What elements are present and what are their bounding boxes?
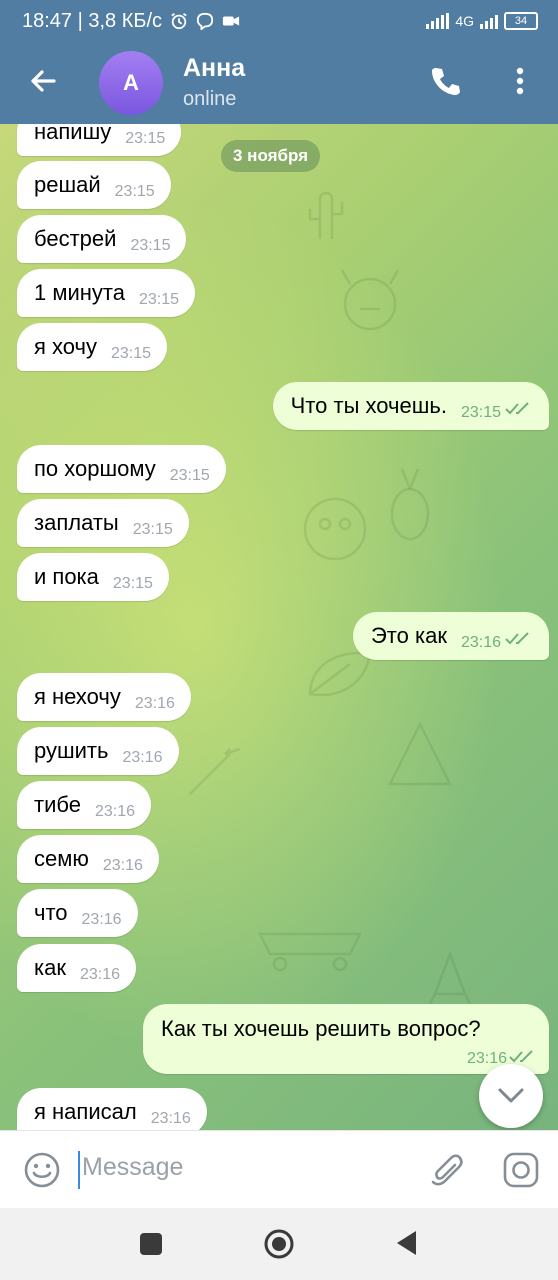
message-time: 23:15 <box>114 183 155 200</box>
message-text: напишу <box>34 124 112 144</box>
double-check-icon <box>509 1050 533 1063</box>
network-type: 4G <box>455 13 474 29</box>
message-in[interactable]: я хочу 23:15 <box>17 323 168 371</box>
message-time: 23:16 <box>134 695 175 712</box>
message-composer: Message <box>0 1130 558 1208</box>
chat-header: A Анна online <box>0 42 558 124</box>
paperclip-icon[interactable] <box>428 1151 466 1189</box>
doodle-skateboard-icon <box>257 932 363 972</box>
message-in[interactable]: семю 23:16 <box>17 835 159 883</box>
message-in[interactable]: и пока 23:15 <box>17 553 169 601</box>
alarm-icon <box>171 13 187 30</box>
doodle-carrot-icon <box>189 747 241 795</box>
more-vert-icon[interactable] <box>508 64 532 98</box>
message-time: 23:15 <box>112 575 153 592</box>
message-time: 23:16 <box>150 1110 191 1127</box>
message-text: рушить <box>34 738 109 763</box>
message-text: 1 минута <box>34 280 125 305</box>
message-time: 23:16 <box>79 966 121 983</box>
message-text: по хоршому <box>34 456 156 481</box>
message-out[interactable]: Что ты хочешь. 23:15 <box>272 382 549 430</box>
message-in[interactable]: бестрей 23:15 <box>17 215 187 263</box>
doodle-fox-icon <box>387 721 453 786</box>
emoji-icon[interactable] <box>23 1151 61 1189</box>
message-text: и пока <box>34 564 99 589</box>
recents-button[interactable] <box>140 1233 162 1255</box>
chat-title[interactable]: Анна <box>183 54 245 83</box>
doodle-dog-icon <box>340 269 400 331</box>
message-text: что <box>34 900 68 925</box>
message-in[interactable]: я нехочу 23:16 <box>17 673 191 721</box>
avatar[interactable]: A <box>99 51 163 115</box>
message-in[interactable]: что 23:16 <box>17 889 138 937</box>
message-in[interactable]: напишу 23:15 <box>17 124 182 156</box>
message-in[interactable]: как 23:16 <box>17 944 137 992</box>
battery-indicator: 34 <box>504 12 538 30</box>
message-input[interactable]: Message <box>82 1153 183 1182</box>
arrow-left-icon[interactable] <box>26 64 60 98</box>
message-time: 23:15 <box>460 404 501 421</box>
video-recording-icon <box>222 16 240 26</box>
message-text: решай <box>34 172 101 197</box>
message-out[interactable]: Это как 23:16 <box>352 612 549 660</box>
message-text: я нехочу <box>34 684 121 709</box>
message-text: Что ты хочешь. <box>290 393 447 418</box>
message-time: 23:16 <box>94 803 136 820</box>
chevron-down-icon <box>498 1088 524 1103</box>
message-in[interactable]: решай 23:15 <box>17 161 171 209</box>
message-in[interactable]: я написал 23:16 <box>17 1088 207 1130</box>
double-check-icon <box>505 632 529 645</box>
message-text: я хочу <box>34 334 97 359</box>
viber-icon <box>196 12 214 30</box>
message-time: 23:16 <box>122 749 163 766</box>
chat-area[interactable]: 3 ноября напишу 23:15 решай 23:15 бестрей 2… <box>0 124 558 1130</box>
message-time: 23:16 <box>81 911 122 928</box>
nav-back-button[interactable] <box>394 1229 418 1257</box>
message-text: Как ты хочешь решить вопрос? <box>161 1016 481 1041</box>
message-text: я написал <box>34 1099 137 1124</box>
message-out[interactable]: Как ты хочешь решить вопрос? 23:16 <box>143 1004 549 1074</box>
status-time-speed: 18:47 | 3,8 КБ/с <box>22 9 163 32</box>
doodle-cactus-icon <box>308 191 344 239</box>
message-text: семю <box>34 846 89 871</box>
system-nav-bar <box>0 1208 558 1280</box>
home-button[interactable] <box>263 1228 295 1260</box>
message-in[interactable]: заплаты 23:15 <box>17 499 189 547</box>
status-bar: 18:47 | 3,8 КБ/с 4G 34 <box>0 0 558 42</box>
message-time: 23:15 <box>130 237 171 254</box>
camera-icon[interactable] <box>502 1151 540 1189</box>
message-time: 23:15 <box>169 467 210 484</box>
phone-icon[interactable] <box>428 64 462 98</box>
doodle-panda-icon <box>303 497 367 561</box>
message-time: 23:15 <box>111 345 152 362</box>
message-time: 23:15 <box>125 130 166 147</box>
message-in[interactable]: тибе 23:16 <box>17 781 152 829</box>
message-in[interactable]: рушить 23:16 <box>17 727 179 775</box>
date-divider: 3 ноября <box>221 140 321 172</box>
scroll-down-button[interactable] <box>479 1064 543 1128</box>
signal-icon-2 <box>480 13 498 29</box>
message-in[interactable]: 1 минута 23:15 <box>17 269 196 317</box>
chat-status: online <box>183 88 237 110</box>
message-text: Это как <box>370 623 447 648</box>
message-text: заплаты <box>34 510 119 535</box>
doodle-pineapple-icon <box>390 468 430 541</box>
signal-icon <box>426 13 450 29</box>
message-text: бестрей <box>34 226 117 251</box>
message-time: 23:16 <box>102 857 143 874</box>
message-time: 23:15 <box>132 521 173 538</box>
message-time: 23:15 <box>138 291 180 308</box>
double-check-icon <box>505 402 529 415</box>
message-in[interactable]: по хоршому 23:15 <box>17 445 226 493</box>
message-text: тибе <box>34 792 81 817</box>
message-text: как <box>34 955 66 980</box>
message-time: 23:16 <box>460 634 501 651</box>
text-cursor <box>78 1151 80 1189</box>
